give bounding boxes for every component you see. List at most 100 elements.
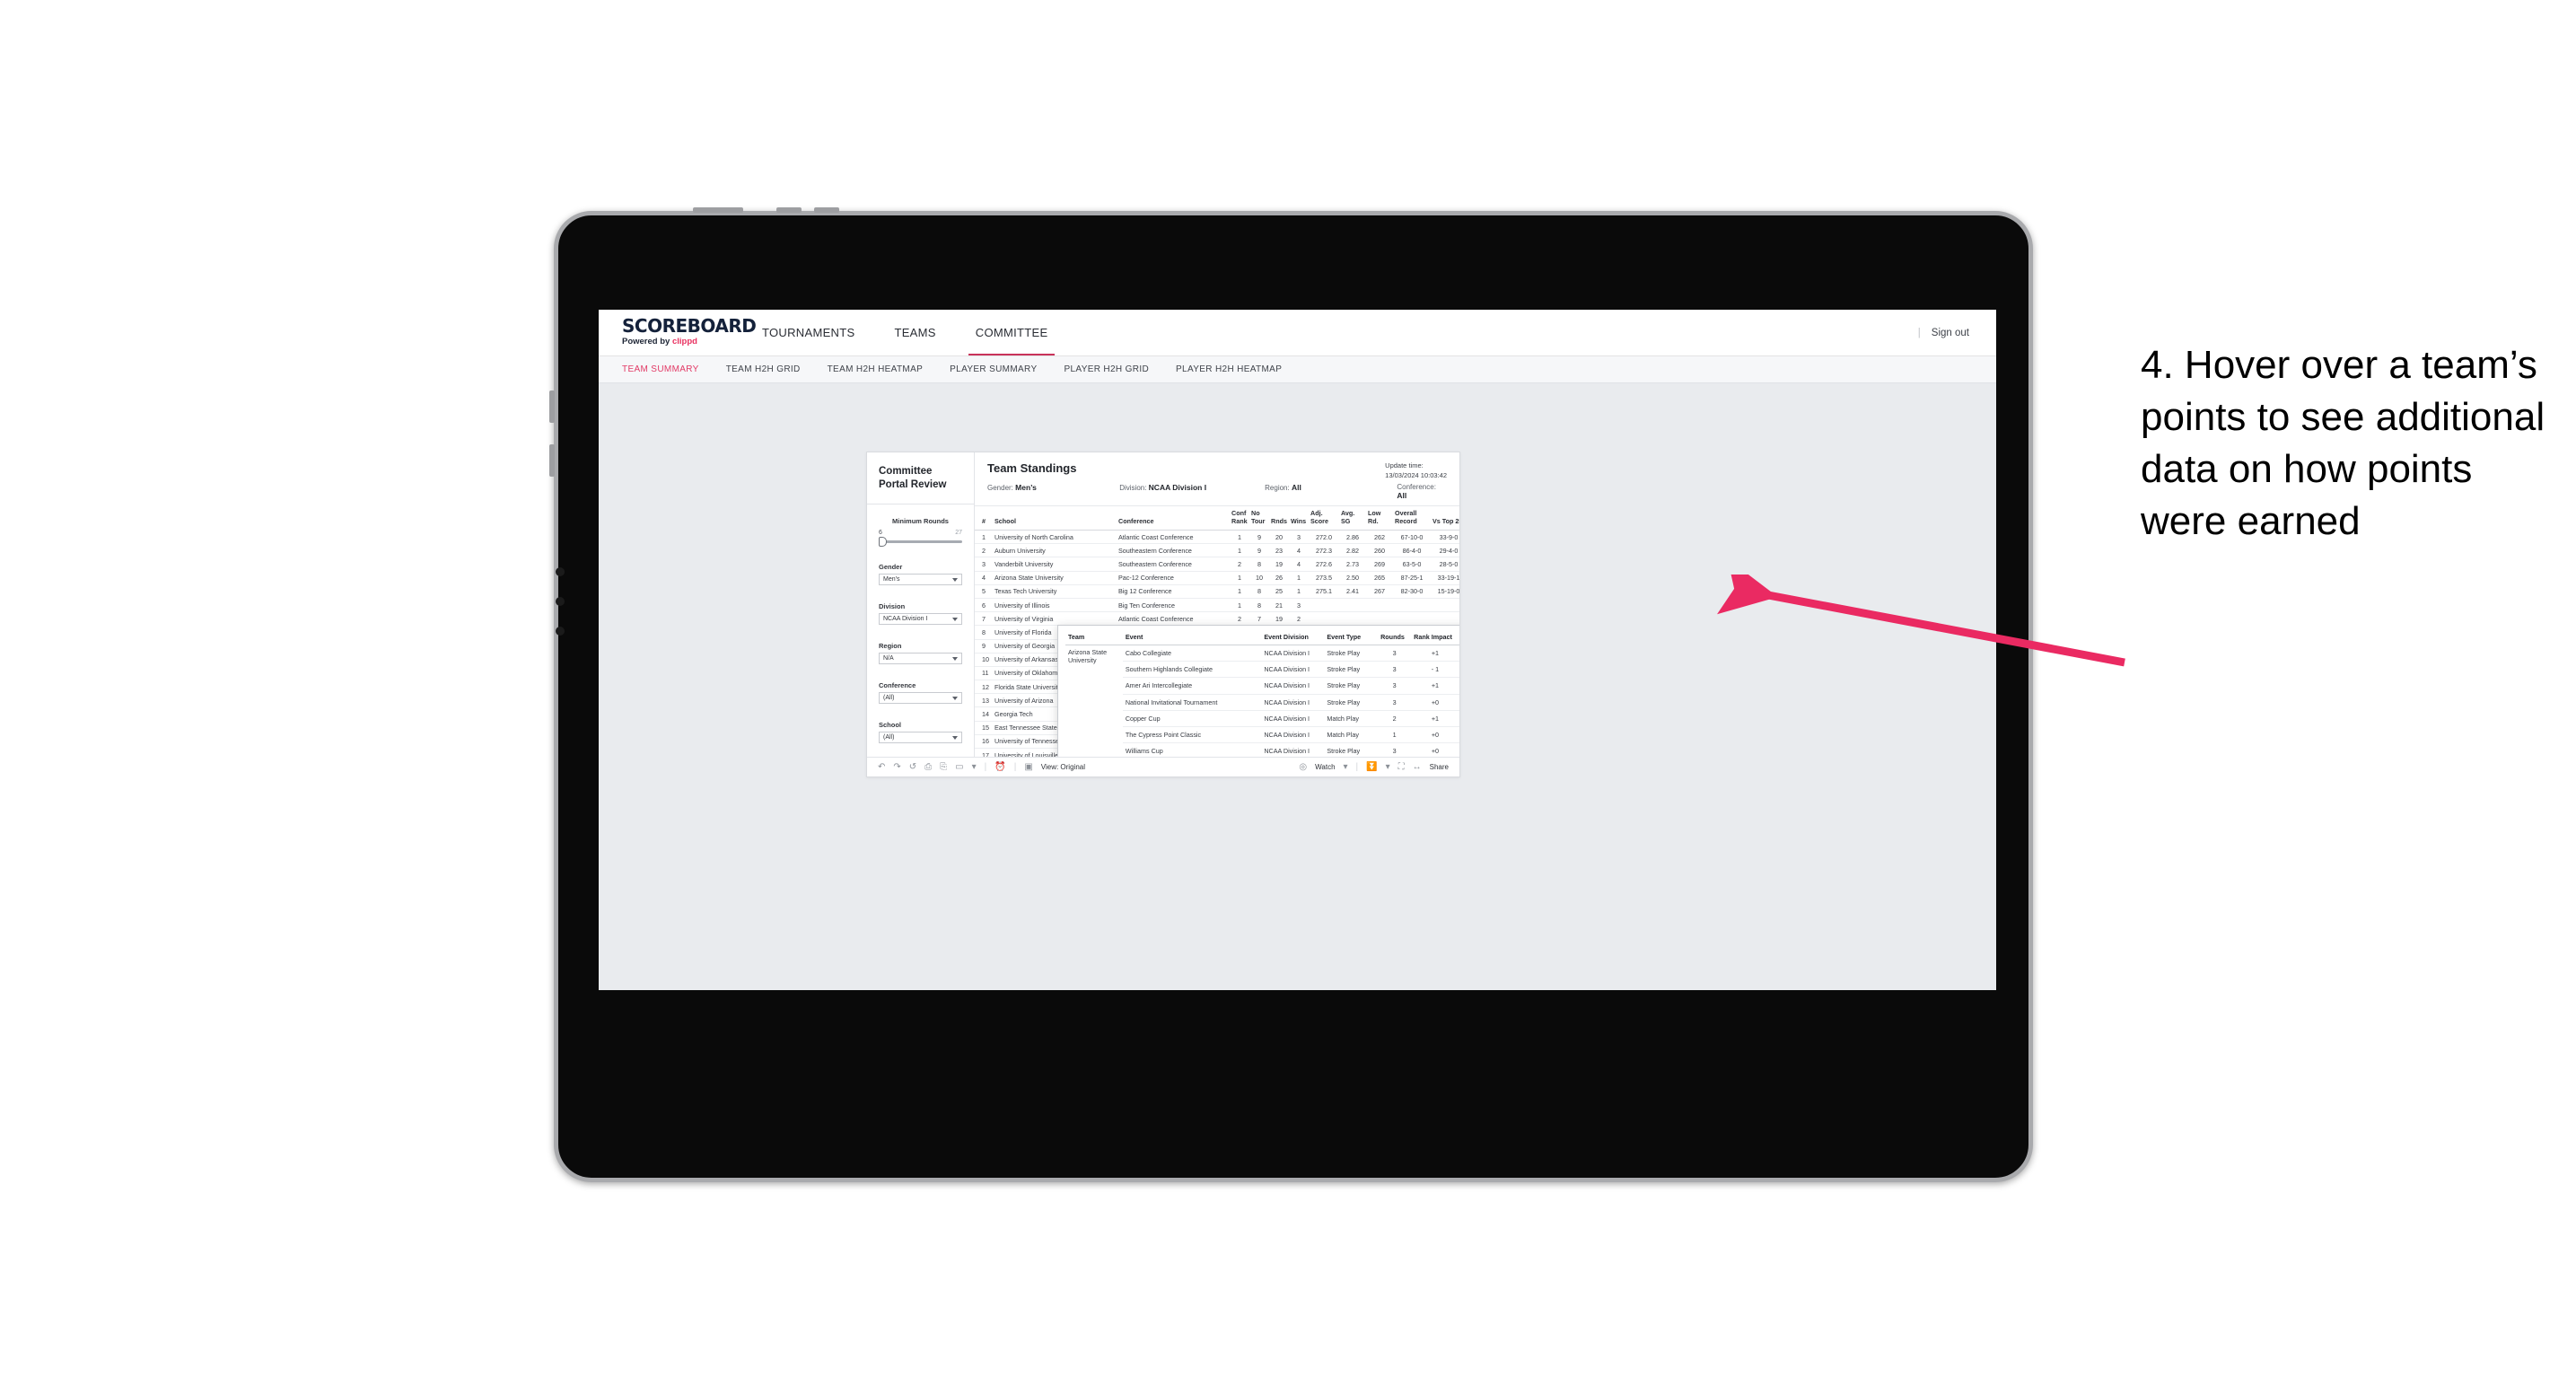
brand-sub-name: clippd [671,337,697,346]
col-overall-record[interactable]: Overall Record [1393,506,1431,531]
cell-adj-score: 272.6 [1309,557,1339,572]
filter-region-select[interactable]: N/A [879,653,962,664]
revert-icon[interactable]: ↺ [909,762,916,772]
table-row[interactable]: 7 University of Virginia Atlantic Coast Co… [975,611,1459,627]
tooltip-cell-event-division: NCAA Division I [1261,742,1325,757]
tooltip-cell-rank-impact: +1 [1411,710,1459,727]
watch-label[interactable]: Watch [1315,763,1335,771]
tab-team-h2h-heatmap[interactable]: TEAM H2H HEATMAP [828,364,924,374]
col-conf-rank[interactable]: Conf Rank [1230,506,1249,531]
col-conference[interactable]: Conference [1117,506,1230,531]
table-row[interactable]: 5 Texas Tech University Big 12 Conference 1… [975,584,1459,599]
col-school[interactable]: School [993,506,1117,531]
cell-vs-top-25 [1431,611,1459,627]
cell-low-rd: 265 [1366,571,1393,585]
col-rnds[interactable]: Rnds [1269,506,1289,531]
table-row[interactable]: 2 Auburn University Southeastern Conferenc… [975,543,1459,558]
chevron-down-icon[interactable]: ▾ [1344,762,1348,772]
table-row[interactable]: 3 Vanderbilt University Southeastern Confe… [975,557,1459,572]
update-time-value: 13/03/2024 10:03:42 [1385,471,1447,479]
brand-sub-prefix: Powered by [622,337,672,346]
clock-icon[interactable]: ⏰ [994,762,1005,772]
minimum-rounds-range: 6 27 [879,530,962,536]
active-filter-division: Division: NCAA Division I [1119,483,1265,500]
cell-rank: 1 [975,530,993,545]
cell-rank: 13 [975,693,993,708]
tooltip-cell-rounds: 2 [1378,710,1412,727]
watch-icon[interactable]: ◎ [1299,762,1307,772]
tooltip-cell-event: Southern Highlands Collegiate [1122,661,1262,679]
power-button[interactable] [693,207,743,213]
filter-gender-select[interactable]: Men’s [879,574,962,585]
col-adj-score[interactable]: Adj. Score [1309,506,1339,531]
view-original-label[interactable]: View: Original [1041,763,1085,771]
filter-region-label: Region [879,642,902,650]
filter-conference-select[interactable]: (All) [879,692,962,704]
tab-team-summary[interactable]: TEAM SUMMARY [622,364,699,374]
refresh-icon[interactable]: ⎙ [924,762,932,772]
filter-sidebar: Committee Portal Review Minimum Rounds 6… [867,452,975,757]
pause-icon[interactable]: ⎘ [940,762,947,772]
filter-division-select[interactable]: NCAA Division I [879,613,962,625]
tab-player-h2h-grid[interactable]: PLAYER H2H GRID [1064,364,1149,374]
tooltip-cell-event: Copper Cup [1122,710,1262,727]
brand-logo[interactable]: SCOREBOARD Powered by clippd [599,310,757,355]
table-row[interactable]: 1 University of North Carolina Atlantic Co… [975,530,1459,545]
table-row[interactable]: 4 Arizona State University Pac-12 Conferen… [975,571,1459,585]
cell-rank: 14 [975,706,993,722]
cell-overall-record: 86-4-0 [1393,543,1431,558]
side-button-lower[interactable] [549,444,555,477]
filter-conference: Conference (All) [879,681,962,704]
tooltip-cell-team: Arizona State University [1065,645,1123,757]
active-filter-region-value: All [1291,483,1301,492]
standings-header: Team Standings Update time: 13/03/2024 1… [975,452,1459,506]
tooltip-col-event-division: Event Division [1261,631,1325,645]
chevron-down-icon[interactable]: ▾ [1386,762,1390,772]
viz-bottom-toolbar: ↶ ↷ ↺ ⎙ ⎘ ▭ ▾ | ⏰ | ▣ View: Original ◎ W… [867,757,1459,776]
col-low-rd[interactable]: Low Rd. [1366,506,1393,531]
nav-item-teams[interactable]: TEAMS [874,310,955,355]
tooltip-row: Arizona State University Cabo Collegiate N… [1065,645,1459,757]
nav-item-committee[interactable]: COMMITTEE [956,310,1068,355]
cell-no-tour: 10 [1249,571,1269,585]
col-vs-top-25[interactable]: Vs Top 25 [1431,506,1459,531]
cell-conference: Big Ten Conference [1117,598,1230,613]
volume-down-button[interactable] [814,207,839,213]
minimum-rounds-slider-handle[interactable] [879,537,887,547]
bookmark-icon[interactable]: ▭ [955,762,963,772]
volume-up-button[interactable] [776,207,802,213]
tab-player-summary[interactable]: PLAYER SUMMARY [950,364,1037,374]
brand-title: SCOREBOARD [622,315,757,337]
chevron-down-icon[interactable]: ▾ [972,762,977,772]
sign-out-link[interactable]: Sign out [1932,328,1969,338]
col-wins[interactable]: Wins [1289,506,1309,531]
standings-table-wrapper[interactable]: # School Conference Conf Rank No Tour Rn… [975,506,1459,757]
col-avg-sg[interactable]: Avg. SG [1339,506,1366,531]
undo-icon[interactable]: ↶ [878,762,885,772]
nav-item-tournaments[interactable]: TOURNAMENTS [742,310,874,355]
col-no-tour[interactable]: No Tour [1249,506,1269,531]
tab-player-h2h-heatmap[interactable]: PLAYER H2H HEATMAP [1176,364,1282,374]
tab-team-h2h-grid[interactable]: TEAM H2H GRID [726,364,801,374]
filter-school-select[interactable]: (All) [879,732,962,743]
share-icon[interactable]: ↔ [1413,762,1422,772]
download-icon[interactable]: ⏬ [1366,762,1377,772]
device-preview-icon[interactable]: ▣ [1024,762,1032,772]
tooltip-cell-rank-impact: +1 [1411,645,1459,662]
redo-icon[interactable]: ↷ [893,762,900,772]
cell-wins: 4 [1289,557,1309,572]
fullscreen-icon[interactable]: ⛶ [1398,762,1405,772]
side-button-upper[interactable] [549,390,555,423]
minimum-rounds-slider-track[interactable] [879,537,962,547]
cell-vs-top-25: 15-19-0 [1431,584,1459,599]
cell-rank: 12 [975,680,993,695]
active-filter-gender: Gender: Men’s [987,483,1119,500]
table-row[interactable]: 6 University of Illinois Big Ten Conferenc… [975,598,1459,613]
share-label[interactable]: Share [1430,763,1449,771]
cell-avg-sg [1339,598,1366,613]
tooltip-cell-event: Williams Cup [1122,742,1262,757]
chevron-down-icon [952,736,958,740]
portal-title: Committee Portal Review [879,466,947,490]
col-rank[interactable]: # [975,506,993,531]
cell-no-tour: 7 [1249,611,1269,627]
